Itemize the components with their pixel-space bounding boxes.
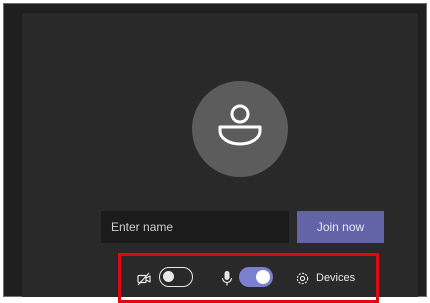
camera-off-icon[interactable]	[137, 272, 151, 286]
gear-icon	[296, 272, 309, 284]
audio-video-controls: Devices	[118, 253, 379, 303]
microphone-toggle[interactable]	[239, 267, 273, 287]
devices-button[interactable]: Devices	[295, 268, 355, 288]
devices-label: Devices	[316, 272, 356, 284]
microphone-toggle-knob	[256, 270, 270, 284]
camera-toggle-knob	[163, 271, 174, 282]
name-input[interactable]	[101, 211, 289, 243]
camera-toggle[interactable]	[159, 267, 193, 287]
meeting-prejoin-window: Join now	[3, 3, 427, 303]
microphone-icon[interactable]	[221, 270, 233, 288]
prejoin-panel: Join now	[22, 13, 418, 303]
avatar	[192, 81, 288, 177]
person-icon	[218, 104, 262, 146]
join-now-button[interactable]: Join now	[297, 211, 384, 243]
